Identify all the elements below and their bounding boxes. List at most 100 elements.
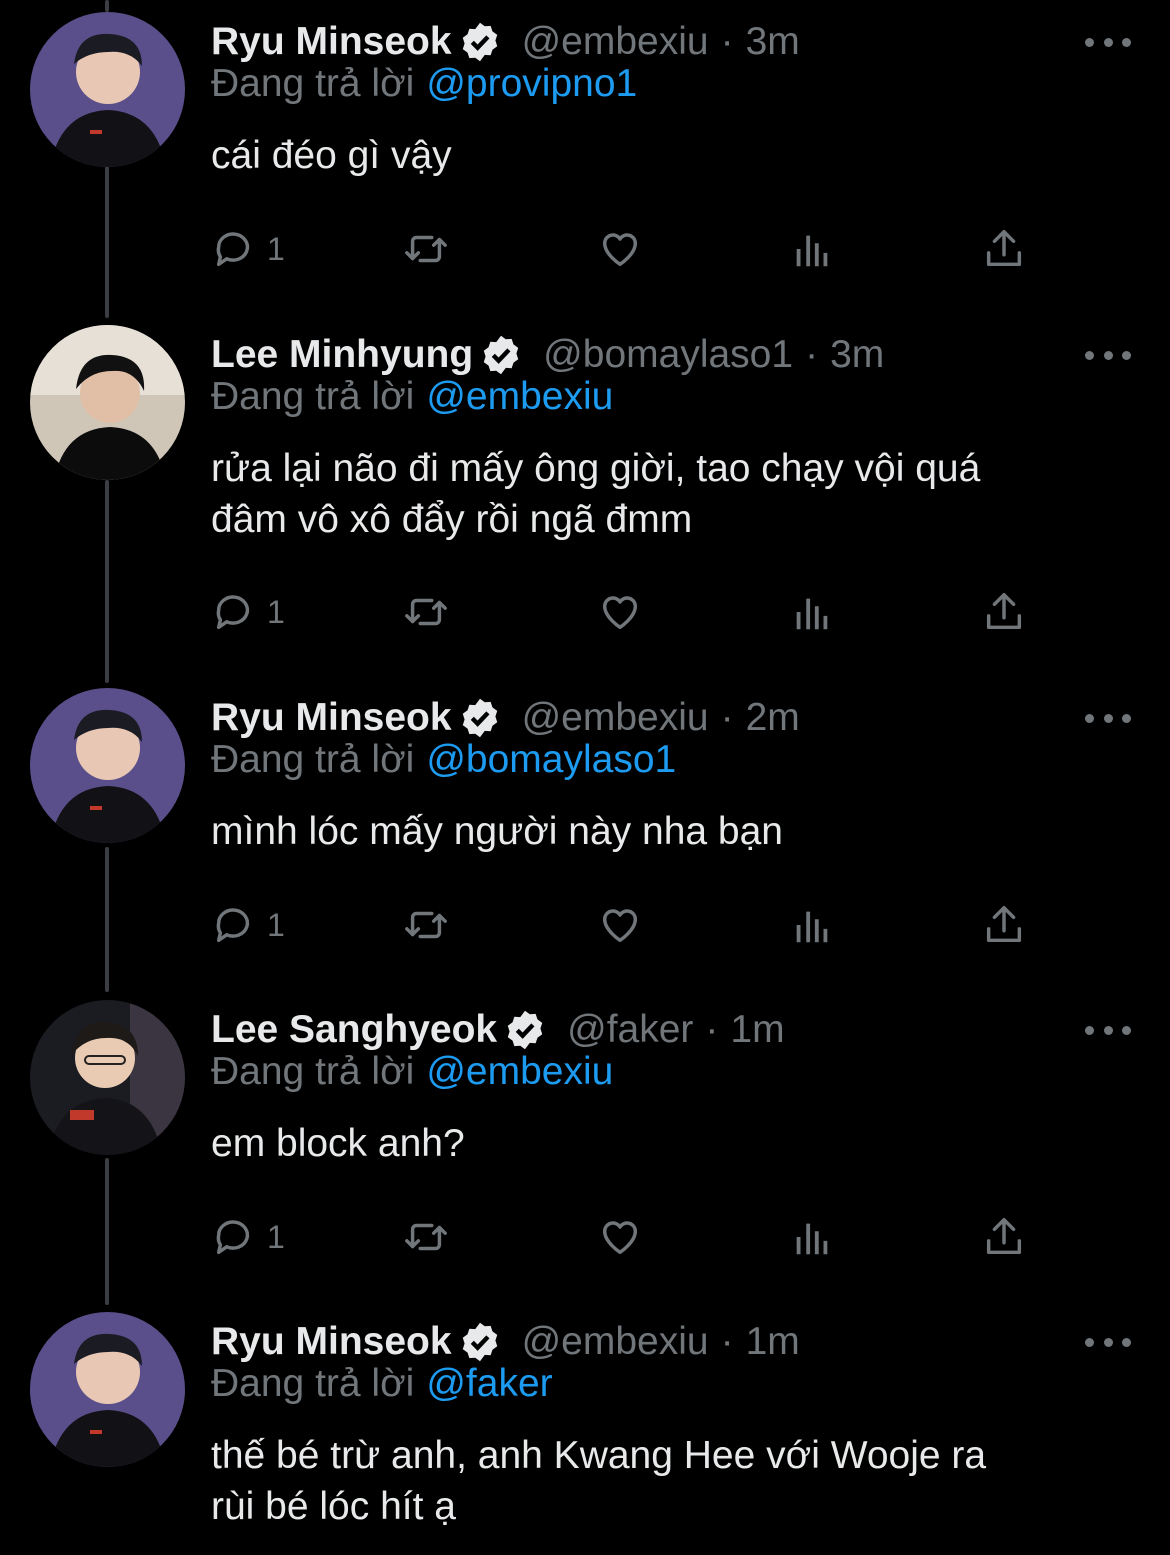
- user-handle[interactable]: @bomaylaso1: [543, 333, 793, 377]
- timestamp[interactable]: 1m: [746, 1320, 800, 1364]
- tweet[interactable]: Lee Sanghyeok @faker · 1m Đang trả lời @e…: [0, 1000, 1170, 1290]
- user-handle[interactable]: @faker: [567, 1008, 693, 1052]
- more-options-icon[interactable]: [1085, 30, 1131, 54]
- retweet-button[interactable]: [403, 1212, 449, 1262]
- tweet-text-line: em block anh?: [211, 1122, 465, 1165]
- views-icon: [796, 911, 828, 943]
- action-bar: 1: [211, 587, 1071, 637]
- avatar-image: [30, 12, 185, 167]
- share-button[interactable]: [981, 900, 1027, 950]
- views-button[interactable]: [789, 1212, 835, 1262]
- timestamp[interactable]: 2m: [746, 696, 800, 740]
- tweet-text-line: rửa lại não đi mấy ông giời, tao chạy vộ…: [211, 447, 981, 490]
- verified-badge-icon: [503, 1008, 547, 1052]
- avatar[interactable]: [30, 325, 185, 480]
- display-name[interactable]: Ryu Minseok: [211, 20, 452, 64]
- replying-to-label: Đang trả lời: [211, 375, 415, 418]
- replying-to-label: Đang trả lời: [211, 1362, 415, 1405]
- like-button[interactable]: [597, 900, 643, 950]
- display-name[interactable]: Lee Minhyung: [211, 333, 473, 377]
- more-options-icon[interactable]: [1085, 706, 1131, 730]
- share-icon: [986, 230, 1022, 267]
- tweet[interactable]: Lee Minhyung @bomaylaso1 · 3m Đang trả l…: [0, 325, 1170, 665]
- reply-button[interactable]: 1: [211, 1212, 285, 1262]
- reply-icon: [216, 595, 250, 630]
- separator-dot: ·: [720, 696, 734, 739]
- verified-badge-icon: [458, 696, 502, 740]
- share-icon: [986, 1218, 1022, 1255]
- replying-to-label: Đang trả lời: [211, 1050, 415, 1093]
- user-handle[interactable]: @embexiu: [522, 20, 709, 64]
- reply-button[interactable]: 1: [211, 224, 285, 274]
- avatar-image: [30, 1312, 185, 1467]
- like-button[interactable]: [597, 224, 643, 274]
- replying-to: Đang trả lời @faker: [211, 1362, 553, 1406]
- retweet-button[interactable]: [403, 224, 449, 274]
- avatar[interactable]: [30, 12, 185, 167]
- reply-icon: [216, 232, 250, 267]
- tweet-text-line: thế bé trừ anh, anh Kwang Hee với Wooje …: [211, 1434, 987, 1477]
- tweet[interactable]: Ryu Minseok @embexiu · 1m Đang trả lời @f…: [0, 1312, 1170, 1555]
- like-button[interactable]: [597, 1212, 643, 1262]
- replying-to: Đang trả lời @embexiu: [211, 375, 613, 419]
- views-button[interactable]: [789, 224, 835, 274]
- timestamp[interactable]: 1m: [730, 1008, 784, 1052]
- views-button[interactable]: [789, 900, 835, 950]
- separator-dot: ·: [720, 20, 734, 63]
- tweet[interactable]: Ryu Minseok @embexiu · 3m Đang trả lời @p…: [0, 12, 1170, 302]
- retweet-button[interactable]: [403, 587, 449, 637]
- timestamp[interactable]: 3m: [746, 20, 800, 64]
- reply-button[interactable]: 1: [211, 587, 285, 637]
- like-icon: [602, 909, 638, 943]
- thread-line: [105, 0, 109, 12]
- more-options-icon[interactable]: [1085, 1018, 1131, 1042]
- share-icon: [986, 593, 1022, 630]
- tweet[interactable]: Ryu Minseok @embexiu · 2m Đang trả lời @b…: [0, 688, 1170, 978]
- reply-icon: [216, 1220, 250, 1255]
- share-button[interactable]: [981, 587, 1027, 637]
- mention-link[interactable]: @faker: [426, 1362, 552, 1405]
- retweet-button[interactable]: [403, 900, 449, 950]
- more-options-icon[interactable]: [1085, 343, 1131, 367]
- reply-icon: [216, 908, 250, 943]
- separator-dot: ·: [720, 1320, 734, 1363]
- reply-count: 1: [267, 593, 285, 630]
- replying-to: Đang trả lời @embexiu: [211, 1050, 613, 1094]
- views-icon: [796, 598, 828, 630]
- mention-link[interactable]: @provipno1: [426, 62, 637, 105]
- separator-dot: ·: [805, 333, 819, 376]
- retweet-icon: [405, 598, 447, 626]
- tweet-text-line: rùi bé lóc hít ạ: [211, 1485, 456, 1528]
- more-options-icon[interactable]: [1085, 1330, 1131, 1354]
- mention-link[interactable]: @embexiu: [426, 375, 613, 418]
- like-button[interactable]: [597, 587, 643, 637]
- views-icon: [796, 1223, 828, 1255]
- timestamp[interactable]: 3m: [830, 333, 884, 377]
- action-bar: 1: [211, 224, 1071, 274]
- display-name[interactable]: Ryu Minseok: [211, 696, 452, 740]
- display-name[interactable]: Ryu Minseok: [211, 1320, 452, 1364]
- tweet-text-line: cái đéo gì vậy: [211, 134, 452, 177]
- avatar[interactable]: [30, 1312, 185, 1467]
- avatar[interactable]: [30, 688, 185, 843]
- avatar[interactable]: [30, 1000, 185, 1155]
- user-handle[interactable]: @embexiu: [522, 1320, 709, 1364]
- user-handle[interactable]: @embexiu: [522, 696, 709, 740]
- reply-button[interactable]: 1: [211, 900, 285, 950]
- mention-link[interactable]: @embexiu: [426, 1050, 613, 1093]
- display-name[interactable]: Lee Sanghyeok: [211, 1008, 497, 1052]
- replying-to: Đang trả lời @bomaylaso1: [211, 738, 676, 782]
- avatar-image: [30, 1000, 185, 1155]
- avatar-image: [30, 325, 185, 480]
- views-button[interactable]: [789, 587, 835, 637]
- tweet-text-line: đâm vô xô đẩy rồi ngã đmm: [211, 498, 693, 541]
- share-button[interactable]: [981, 1212, 1027, 1262]
- action-bar: 1: [211, 900, 1071, 950]
- retweet-icon: [405, 911, 447, 939]
- verified-badge-icon: [458, 1320, 502, 1364]
- tweet-text: mình lóc mấy người này nha bạn: [211, 806, 1131, 857]
- share-button[interactable]: [981, 224, 1027, 274]
- mention-link[interactable]: @bomaylaso1: [426, 738, 676, 781]
- replying-to: Đang trả lời @provipno1: [211, 62, 637, 106]
- share-icon: [986, 906, 1022, 943]
